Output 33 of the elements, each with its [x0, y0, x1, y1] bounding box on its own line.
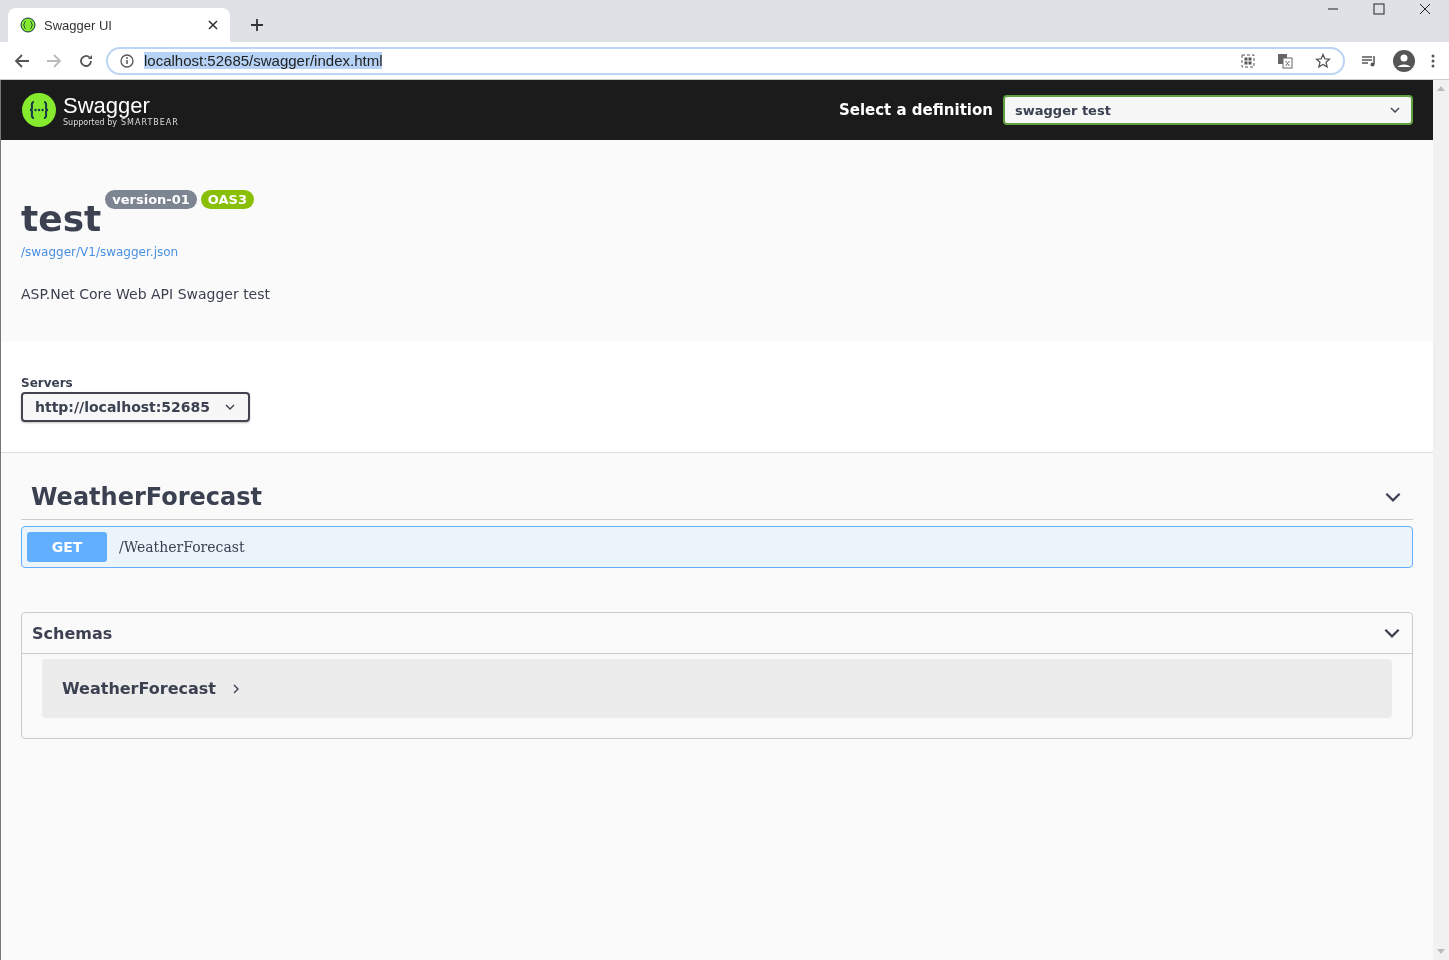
- more-icon[interactable]: [1431, 53, 1435, 68]
- grid-icon[interactable]: [1241, 53, 1255, 68]
- operation-row[interactable]: GET /WeatherForecast: [21, 526, 1413, 568]
- brand-text: SMARTBEAR: [121, 117, 179, 127]
- tab-title: Swagger UI: [44, 17, 113, 33]
- model-row[interactable]: WeatherForecast: [42, 659, 1392, 718]
- operation-path: /WeatherForecast: [119, 539, 245, 555]
- api-description: ASP.Net Core Web API Swagger test: [21, 286, 272, 302]
- servers-select[interactable]: http://localhost:52685: [21, 392, 251, 422]
- servers-label: Servers: [21, 376, 74, 390]
- logo-icon[interactable]: [21, 92, 57, 128]
- address-field[interactable]: localhost:52685/swagger/index.html: [106, 46, 1345, 75]
- plus-icon[interactable]: [250, 18, 264, 32]
- browser-tab[interactable]: Swagger UI: [8, 8, 230, 42]
- version-badge: version-01: [105, 190, 197, 209]
- logo-subtitle: Supported by: [63, 117, 117, 127]
- star-icon[interactable]: [1315, 52, 1331, 69]
- logo-text: Swagger: [63, 93, 151, 118]
- account-icon[interactable]: [1393, 49, 1415, 72]
- maximize-icon[interactable]: [1373, 3, 1385, 15]
- back-icon[interactable]: [14, 52, 30, 69]
- schemas-title[interactable]: Schemas: [32, 623, 113, 643]
- close-icon[interactable]: [208, 20, 218, 30]
- tag-title[interactable]: WeatherForecast: [31, 483, 262, 511]
- info-icon: [120, 53, 134, 68]
- api-title: test: [21, 198, 102, 239]
- translate-icon[interactable]: [1277, 52, 1293, 69]
- definition-select[interactable]: swagger test: [1003, 95, 1413, 125]
- definition-label: Select a definition: [838, 101, 993, 119]
- oas-badge: OAS3: [200, 190, 254, 209]
- reload-icon[interactable]: [78, 52, 94, 69]
- close-icon[interactable]: [1419, 3, 1431, 15]
- method-badge: GET: [27, 532, 107, 562]
